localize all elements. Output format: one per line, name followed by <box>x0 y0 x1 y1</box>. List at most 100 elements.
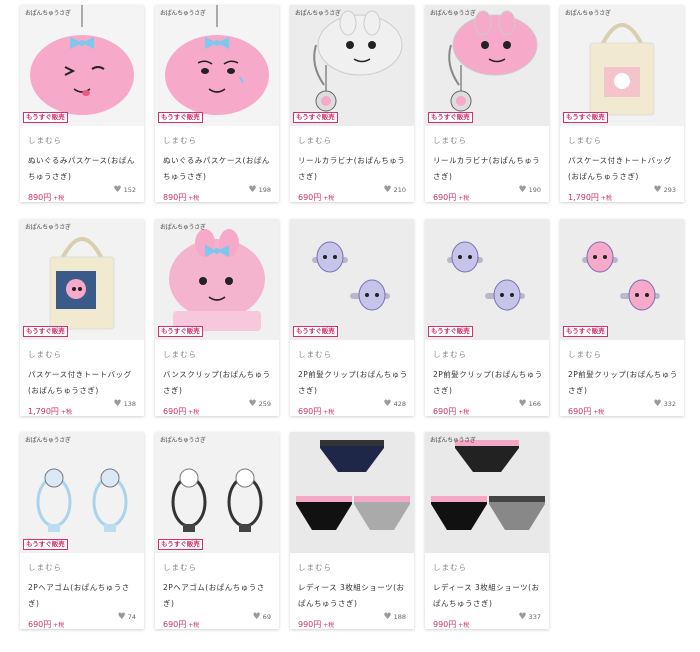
like-button[interactable]: ♥ 190 <box>519 185 542 195</box>
heart-icon: ♥ <box>653 185 662 195</box>
product-image[interactable] <box>290 5 414 126</box>
product-image[interactable] <box>20 5 144 126</box>
like-count: 190 <box>528 186 541 194</box>
product-card[interactable]: しまむらレディース 3枚組ショーツ(おぱんちゅうさぎ) 990円 +税 ♥ 188 <box>290 432 414 629</box>
product-name[interactable]: 2P前髪クリップ(おぱんちゅうさぎ) <box>568 367 680 399</box>
price-row: 1,790円 +税 ♥ 138 <box>28 399 140 416</box>
product-card[interactable]: おぱんちゅうさぎ しまむら レディース 3枚組ショーツ(おぱんちゅうさぎ) 990円 +… <box>425 432 549 629</box>
product-brand: しまむら <box>163 350 197 359</box>
heart-icon: ♥ <box>518 612 527 622</box>
product-card[interactable]: おぱんちゅうさぎ もうすぐ販売 しまむら 2Pヘアゴム(おぱんちゅうさぎ) 690円 +税… <box>155 432 279 629</box>
like-button[interactable]: ♥ 69 <box>253 612 271 622</box>
product-brand: しまむら <box>28 350 62 359</box>
product-price: 690円 <box>433 193 457 202</box>
like-button[interactable]: ♥ 152 <box>114 185 137 195</box>
product-card[interactable]: おぱんちゅうさぎ もうすぐ販売 しまむら リールカラビナ(おぱんちゅうさぎ) 690円 +… <box>290 5 414 202</box>
price-row: 990円 +税 ♥ 188 <box>298 612 410 629</box>
like-button[interactable]: ♥ 74 <box>118 612 136 622</box>
like-count: 188 <box>393 613 406 621</box>
product-name[interactable]: 2P前髪クリップ(おぱんちゅうさぎ) <box>433 367 545 399</box>
product-name[interactable]: リールカラビナ(おぱんちゅうさぎ) <box>298 153 410 185</box>
product-brand: しまむら <box>298 563 332 572</box>
brand-logo: おぱんちゅうさぎ <box>160 437 206 444</box>
brand-logo: おぱんちゅうさぎ <box>565 10 611 17</box>
product-name[interactable]: レディース 3枚組ショーツ(おぱんちゅうさぎ) <box>433 580 545 612</box>
product-name[interactable]: 2Pヘアゴム(おぱんちゅうさぎ) <box>28 580 140 612</box>
price-row: 990円 +税 ♥ 337 <box>433 612 545 629</box>
like-button[interactable]: ♥ 332 <box>654 399 677 409</box>
product-image[interactable] <box>425 219 549 340</box>
like-button[interactable]: ♥ 138 <box>114 399 137 409</box>
product-card[interactable]: もうすぐ販売 しまむら 2P前髪クリップ(おぱんちゅうさぎ) 690円 +税 ♥ 332 <box>560 219 684 416</box>
product-image[interactable] <box>20 432 144 553</box>
product-image[interactable] <box>290 219 414 340</box>
product-name[interactable]: ぬいぐるみパスケース(おぱんちゅうさぎ) <box>163 153 275 185</box>
product-card[interactable]: おぱんちゅうさぎ もうすぐ販売 しまむら 2Pヘアゴム(おぱんちゅうさぎ) 690円 +税… <box>20 432 144 629</box>
price-row: 890円 +税 ♥ 152 <box>28 185 140 202</box>
tax-label: +税 <box>323 409 335 416</box>
product-image[interactable] <box>425 5 549 126</box>
product-card[interactable]: もうすぐ販売 しまむら 2P前髪クリップ(おぱんちゅうさぎ) 690円 +税 ♥ 166 <box>425 219 549 416</box>
price-row: 690円 +税 ♥ 166 <box>433 399 545 416</box>
like-button[interactable]: ♥ 293 <box>654 185 677 195</box>
brand-logo: おぱんちゅうさぎ <box>160 10 206 17</box>
heart-icon: ♥ <box>113 185 122 195</box>
heart-icon: ♥ <box>518 399 527 409</box>
product-name[interactable]: リールカラビナ(おぱんちゅうさぎ) <box>433 153 545 185</box>
product-image[interactable] <box>560 219 684 340</box>
heart-icon: ♥ <box>653 399 662 409</box>
tax-label: +税 <box>600 195 612 202</box>
like-button[interactable]: ♥ 337 <box>519 612 542 622</box>
product-image[interactable] <box>290 432 414 553</box>
heart-icon: ♥ <box>383 399 392 409</box>
tax-label: +税 <box>458 409 470 416</box>
product-card[interactable]: おぱんちゅうさぎ もうすぐ販売 しまむら バンスクリップ(おぱんちゅうさぎ) 690円 +… <box>155 219 279 416</box>
like-count: 166 <box>528 400 541 408</box>
product-brand: しまむら <box>433 136 467 145</box>
like-button[interactable]: ♥ 198 <box>249 185 272 195</box>
product-card[interactable]: おぱんちゅうさぎ もうすぐ販売 しまむら ぬいぐるみパスケース(おぱんちゅうさぎ) 89… <box>20 5 144 202</box>
product-brand: しまむら <box>163 136 197 145</box>
product-card[interactable]: もうすぐ販売 しまむら 2P前髪クリップ(おぱんちゅうさぎ) 690円 +税 ♥ 428 <box>290 219 414 416</box>
heart-icon: ♥ <box>117 612 126 622</box>
product-card[interactable]: おぱんちゅうさぎ もうすぐ販売 しまむら リールカラビナ(おぱんちゅうさぎ) 690円 +… <box>425 5 549 202</box>
price-row: 1,790円 +税 ♥ 293 <box>568 185 680 202</box>
price-row: 690円 +税 ♥ 259 <box>163 399 275 416</box>
product-image[interactable] <box>560 5 684 126</box>
coming-soon-badge: もうすぐ販売 <box>293 326 338 337</box>
product-name[interactable]: パスケース付きトートバッグ(おぱんちゅうさぎ) <box>28 367 140 399</box>
product-price: 690円 <box>163 620 187 629</box>
product-name[interactable]: ぬいぐるみパスケース(おぱんちゅうさぎ) <box>28 153 140 185</box>
product-card[interactable]: おぱんちゅうさぎ もうすぐ販売 しまむら ぬいぐるみパスケース(おぱんちゅうさぎ) 89… <box>155 5 279 202</box>
product-brand: しまむら <box>433 563 467 572</box>
product-card[interactable]: おぱんちゅうさぎ もうすぐ販売 しまむら パスケース付きトートバッグ(おぱんちゅうさぎ… <box>20 219 144 416</box>
price-row: 690円 +税 ♥ 190 <box>433 185 545 202</box>
like-button[interactable]: ♥ 210 <box>384 185 407 195</box>
product-brand: しまむら <box>568 136 602 145</box>
product-name[interactable]: バンスクリップ(おぱんちゅうさぎ) <box>163 367 275 399</box>
product-name[interactable]: パスケース付きトートバッグ(おぱんちゅうさぎ) <box>568 153 680 185</box>
like-button[interactable]: ♥ 166 <box>519 399 542 409</box>
product-name[interactable]: 2P前髪クリップ(おぱんちゅうさぎ) <box>298 367 410 399</box>
coming-soon-badge: もうすぐ販売 <box>563 326 608 337</box>
product-price: 1,790円 <box>28 407 59 416</box>
like-count: 152 <box>123 186 136 194</box>
product-card[interactable]: おぱんちゅうさぎ もうすぐ販売 しまむら パスケース付きトートバッグ(おぱんちゅうさぎ… <box>560 5 684 202</box>
product-brand: しまむら <box>28 563 62 572</box>
product-name[interactable]: レディース 3枚組ショーツ(おぱんちゅうさぎ) <box>298 580 410 612</box>
product-image[interactable] <box>155 432 279 553</box>
product-brand: しまむら <box>568 350 602 359</box>
brand-logo: おぱんちゅうさぎ <box>430 10 476 17</box>
tax-label: +税 <box>53 195 65 202</box>
price-row: 690円 +税 ♥ 332 <box>568 399 680 416</box>
product-image[interactable] <box>155 219 279 340</box>
like-button[interactable]: ♥ 428 <box>384 399 407 409</box>
like-button[interactable]: ♥ 188 <box>384 612 407 622</box>
like-button[interactable]: ♥ 259 <box>249 399 272 409</box>
product-image[interactable] <box>425 432 549 553</box>
product-image[interactable] <box>155 5 279 126</box>
product-image[interactable] <box>20 219 144 340</box>
brand-logo: おぱんちゅうさぎ <box>160 224 206 231</box>
coming-soon-badge: もうすぐ販売 <box>158 539 203 550</box>
product-name[interactable]: 2Pヘアゴム(おぱんちゅうさぎ) <box>163 580 275 612</box>
